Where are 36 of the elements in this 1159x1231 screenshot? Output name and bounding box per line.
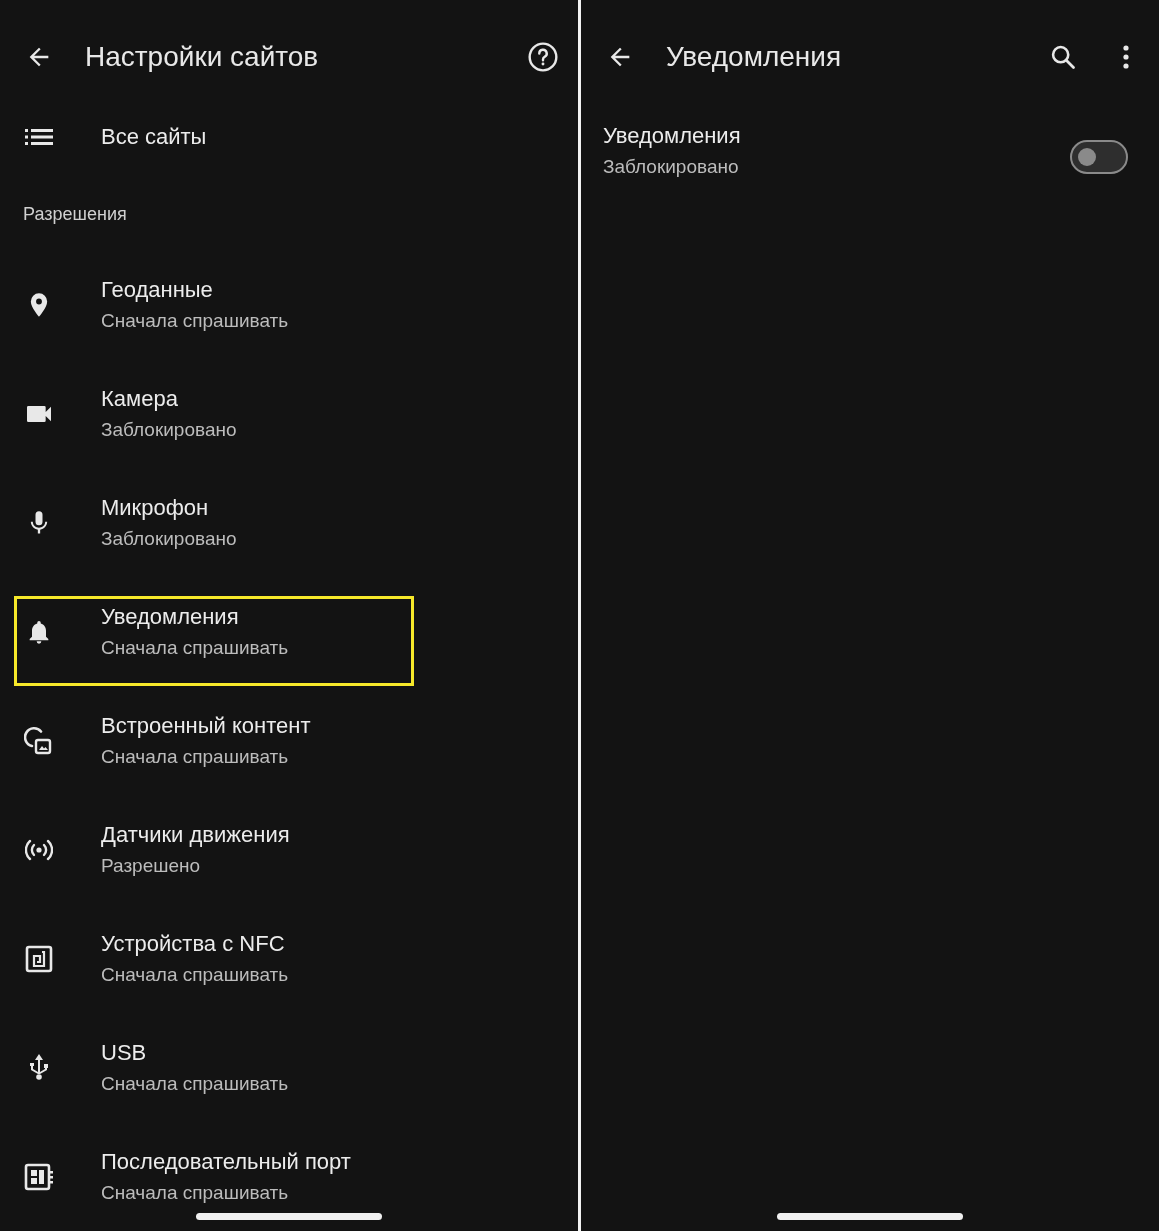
navigation-handle[interactable] xyxy=(777,1213,963,1220)
nfc-icon xyxy=(25,944,53,973)
permission-title[interactable]: Устройства с NFC xyxy=(101,931,285,957)
permission-status: Сначала спрашивать xyxy=(101,1181,289,1205)
search-icon[interactable] xyxy=(1049,43,1077,71)
permission-title[interactable]: USB xyxy=(101,1040,147,1066)
screen-title: Настройки сайтов xyxy=(85,41,320,73)
permission-status: Сначала спрашивать xyxy=(101,963,289,987)
list-icon xyxy=(25,128,53,146)
all-sites-item[interactable]: Все сайты xyxy=(101,124,207,150)
more-options-icon[interactable] xyxy=(1123,45,1129,69)
chip-icon xyxy=(24,1162,54,1191)
navigation-handle[interactable] xyxy=(196,1213,382,1220)
sensor-waves-icon xyxy=(25,838,53,861)
permission-title[interactable]: Уведомления xyxy=(101,604,239,630)
section-heading: Разрешения xyxy=(23,204,127,224)
usb-icon xyxy=(27,1052,51,1083)
permission-title[interactable]: Последовательный порт xyxy=(101,1149,351,1175)
permission-status: Сначала спрашивать xyxy=(101,636,289,660)
permission-status: Заблокировано xyxy=(101,527,237,551)
permission-title[interactable]: Камера xyxy=(101,386,178,412)
permission-title[interactable]: Датчики движения xyxy=(101,822,290,848)
permission-status: Заблокировано xyxy=(101,418,237,442)
permission-title[interactable]: Микрофон xyxy=(101,495,209,521)
setting-status: Заблокировано xyxy=(603,155,739,179)
notifications-toggle[interactable] xyxy=(1070,140,1128,174)
setting-title: Уведомления xyxy=(603,123,741,149)
permission-title[interactable]: Геоданные xyxy=(101,277,213,303)
screen-title: Уведомления xyxy=(666,41,843,73)
help-icon[interactable] xyxy=(527,41,559,73)
embedded-image-icon xyxy=(24,725,54,756)
permission-status: Сначала спрашивать xyxy=(101,1072,289,1096)
permission-status: Разрешено xyxy=(101,854,201,878)
permission-title[interactable]: Встроенный контент xyxy=(101,713,311,739)
permission-status: Сначала спрашивать xyxy=(101,309,289,333)
permission-status: Сначала спрашивать xyxy=(101,745,289,769)
